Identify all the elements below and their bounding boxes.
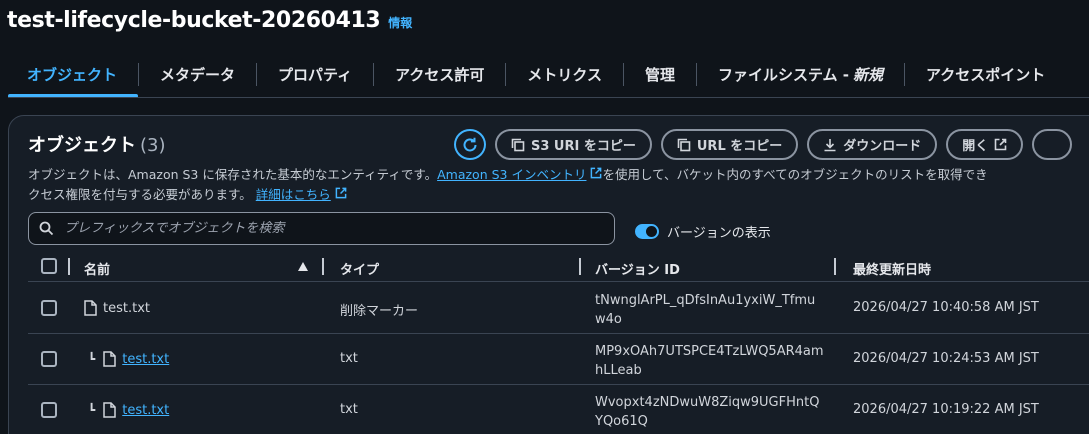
version-id: MP9xOAh7UTSPCE4TzLWQ5AR4amhLLeab bbox=[595, 344, 824, 378]
table-header: 名前 タイプ バージョン ID 最終更新日時 bbox=[28, 256, 1089, 282]
table-row: test.txt 削除マーカー tNwnglArPL_qDfsInAu1yxiW… bbox=[28, 283, 1089, 334]
select-all-checkbox[interactable] bbox=[41, 258, 57, 274]
new-badge: 新規 bbox=[852, 66, 883, 84]
download-icon bbox=[824, 138, 836, 151]
column-header-last-modified[interactable]: 最終更新日時 bbox=[853, 259, 931, 278]
table-row: ┗ test.txt txt MP9xOAh7UTSPCE4TzLWQ5AR4a… bbox=[28, 334, 1089, 385]
row-checkbox[interactable] bbox=[41, 402, 57, 418]
external-link-icon bbox=[994, 138, 1007, 151]
row-checkbox[interactable] bbox=[41, 351, 57, 367]
last-modified: 2026/04/27 10:19:22 AM JST bbox=[853, 402, 1039, 417]
download-button[interactable]: ダウンロード bbox=[807, 129, 938, 160]
column-divider bbox=[322, 258, 324, 275]
object-type: txt bbox=[340, 402, 358, 417]
refresh-button[interactable] bbox=[454, 129, 486, 160]
more-actions-button[interactable] bbox=[1032, 129, 1073, 160]
version-id: Wvopxt4zNDwuW8Ziqw9UGFHntQYQo61Q bbox=[595, 395, 820, 429]
inventory-link[interactable]: Amazon S3 インベントリ bbox=[437, 167, 586, 182]
copy-s3-uri-button[interactable]: S3 URI をコピー bbox=[495, 129, 652, 160]
tab-permissions[interactable]: アクセス許可 bbox=[374, 52, 505, 97]
page-header: test-lifecycle-bucket-20260413 情報 bbox=[7, 8, 412, 33]
external-link-icon bbox=[335, 187, 347, 199]
file-icon bbox=[103, 351, 116, 367]
object-name-link[interactable]: test.txt bbox=[122, 352, 169, 367]
objects-panel: オブジェクト (3) S3 URI をコピー URL をコピー ダウンロード 開く… bbox=[8, 115, 1089, 434]
search-icon bbox=[39, 221, 54, 236]
objects-heading: オブジェクト (3) bbox=[28, 135, 166, 156]
name-cell: test.txt bbox=[84, 300, 150, 316]
objects-description-line2: クセス権限を付与する必要があります。 詳細はこちら bbox=[28, 185, 347, 205]
info-link[interactable]: 情報 bbox=[388, 14, 412, 31]
tab-management[interactable]: 管理 bbox=[624, 52, 696, 97]
last-modified: 2026/04/27 10:24:53 AM JST bbox=[853, 351, 1039, 366]
copy-icon bbox=[677, 138, 691, 151]
column-header-type[interactable]: タイプ bbox=[340, 259, 379, 278]
copy-url-button[interactable]: URL をコピー bbox=[660, 129, 799, 160]
tab-file-system[interactable]: ファイルシステム - 新規 bbox=[697, 52, 904, 97]
tab-objects[interactable]: オブジェクト bbox=[8, 52, 139, 97]
object-count: (3) bbox=[140, 135, 166, 156]
tab-properties[interactable]: プロパティ bbox=[257, 52, 373, 97]
table-row: ┗ test.txt txt Wvopxt4zNDwuW8Ziqw9UGFHnt… bbox=[28, 385, 1089, 434]
object-name-link[interactable]: test.txt bbox=[122, 403, 169, 418]
last-modified: 2026/04/27 10:40:58 AM JST bbox=[853, 300, 1039, 315]
tree-branch-icon: ┗ bbox=[88, 352, 96, 366]
objects-toolbar: S3 URI をコピー URL をコピー ダウンロード 開く bbox=[454, 129, 1073, 160]
objects-description: オブジェクトは、Amazon S3 に保存された基本的なエンティティです。Ama… bbox=[28, 167, 988, 182]
file-icon bbox=[103, 402, 116, 418]
tab-access-points[interactable]: アクセスポイント bbox=[905, 52, 1066, 97]
column-divider bbox=[579, 258, 581, 275]
file-icon bbox=[84, 300, 97, 316]
row-checkbox[interactable] bbox=[41, 300, 57, 316]
learn-more-link[interactable]: 詳細はこちら bbox=[256, 187, 331, 202]
open-button[interactable]: 開く bbox=[946, 129, 1024, 160]
column-header-name[interactable]: 名前 bbox=[84, 259, 110, 278]
refresh-icon bbox=[463, 137, 477, 151]
name-cell: ┗ test.txt bbox=[88, 351, 169, 367]
show-versions-toggle-group: バージョンの表示 bbox=[635, 222, 771, 241]
tab-metrics[interactable]: メトリクス bbox=[506, 52, 623, 97]
tab-metadata[interactable]: メタデータ bbox=[139, 52, 256, 97]
search-box bbox=[28, 212, 615, 245]
show-versions-toggle[interactable] bbox=[635, 224, 659, 239]
search-input[interactable] bbox=[64, 221, 604, 236]
show-versions-label: バージョンの表示 bbox=[667, 226, 771, 241]
tab-bar: オブジェクト メタデータ プロパティ アクセス許可 メトリクス 管理 ファイルシ… bbox=[8, 52, 1089, 98]
sort-ascending-icon[interactable] bbox=[298, 262, 308, 271]
column-divider bbox=[834, 258, 836, 275]
object-name: test.txt bbox=[103, 300, 150, 316]
external-link-icon bbox=[591, 167, 602, 179]
object-type: 削除マーカー bbox=[340, 304, 419, 319]
version-id: tNwnglArPL_qDfsInAu1yxiW_Tfmuw4o bbox=[595, 293, 816, 327]
tree-branch-icon: ┗ bbox=[88, 403, 96, 417]
copy-icon bbox=[511, 138, 525, 151]
column-divider bbox=[68, 258, 70, 275]
object-type: txt bbox=[340, 351, 358, 366]
name-cell: ┗ test.txt bbox=[88, 402, 169, 418]
page-title: test-lifecycle-bucket-20260413 bbox=[7, 8, 381, 33]
column-header-version-id[interactable]: バージョン ID bbox=[595, 259, 680, 278]
